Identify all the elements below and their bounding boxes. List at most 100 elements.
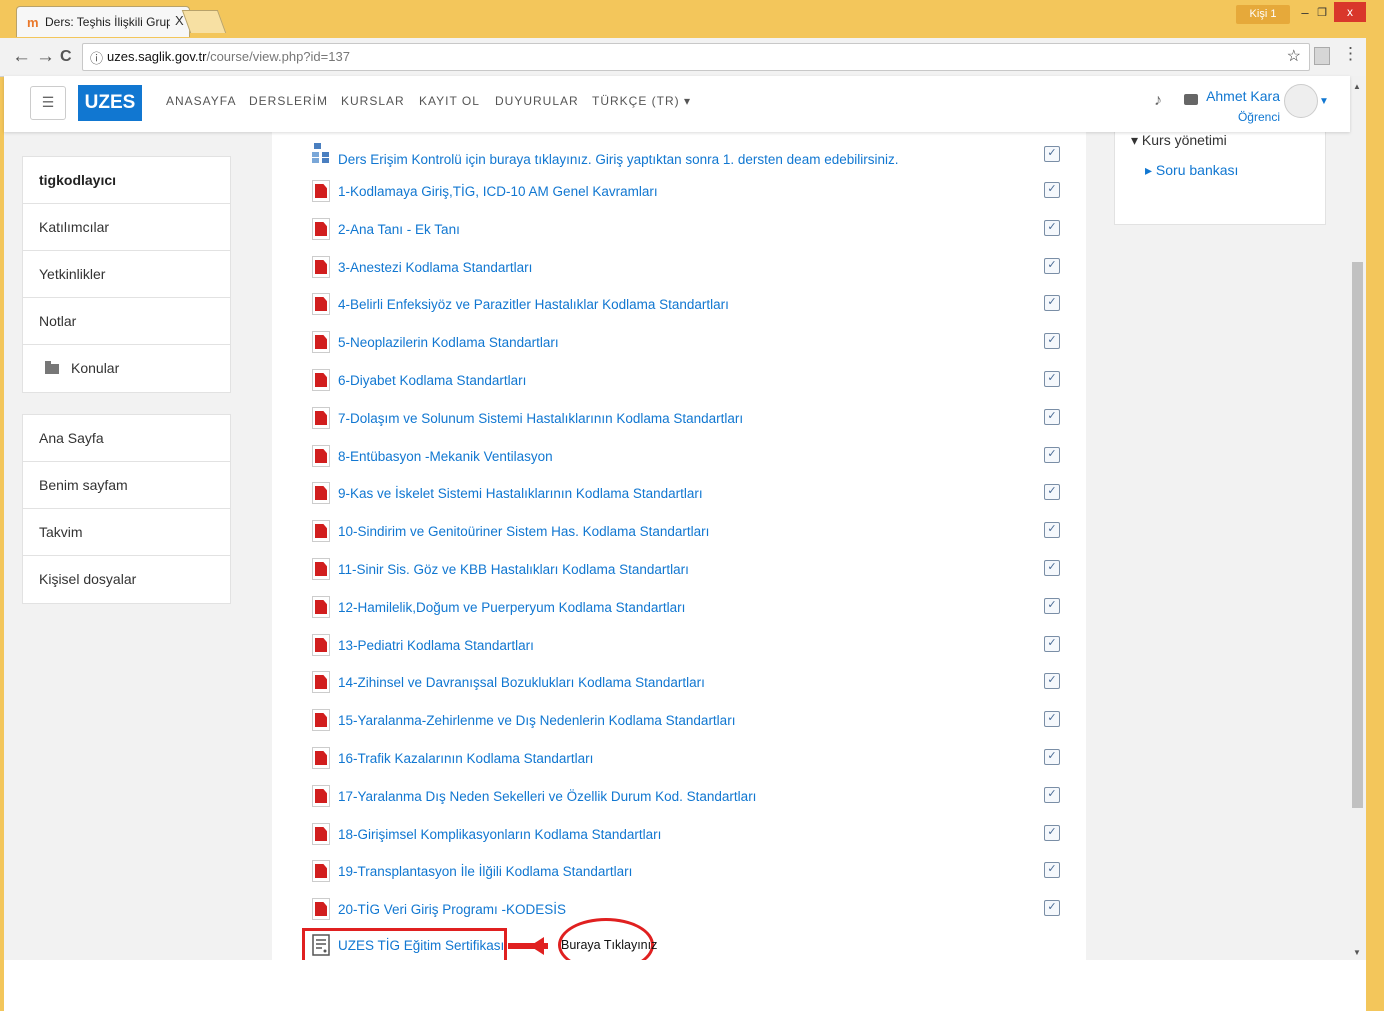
activity-link[interactable]: 19-Transplantasyon İle İlğili Kodlama St… [338,864,632,879]
course-nav-block: tigkodlayıcı Katılımcılar Yetkinlikler N… [22,156,231,393]
pdf-file-icon [312,520,330,542]
completion-checkbox-icon[interactable]: ✓ [1044,258,1060,274]
activity-link[interactable]: 12-Hamilelik,Doğum ve Puerperyum Kodlama… [338,600,685,615]
activity-link[interactable]: 15-Yaralanma-Zehirlenme ve Dış Nedenleri… [338,713,735,728]
profile-button[interactable]: Kişi 1 [1236,5,1290,24]
user-name[interactable]: Ahmet Kara [1180,88,1280,104]
completion-checkbox-icon[interactable]: ✓ [1044,447,1060,463]
activity-link[interactable]: 8-Entübasyon -Mekanik Ventilasyon [338,449,553,464]
scrollbar-thumb[interactable] [1352,262,1363,808]
completion-checkbox-icon[interactable]: ✓ [1044,371,1060,387]
browser-menu-icon[interactable]: ⋮ [1342,44,1359,64]
restriction-icon [312,143,329,163]
completion-checkbox-icon[interactable]: ✓ [1044,825,1060,841]
activity-link[interactable]: 3-Anestezi Kodlama Standartları [338,260,532,275]
activity-link[interactable]: Ders Erişim Kontrolü için buraya tıklayı… [338,152,898,167]
reload-icon[interactable]: C [60,48,72,66]
nav-private-files[interactable]: Kişisel dosyalar [23,556,230,603]
nav-grades[interactable]: Notlar [23,298,230,345]
activity-link[interactable]: 10-Sindirim ve Genitoüriner Sistem Has. … [338,524,709,539]
nav-calendar[interactable]: Takvim [23,509,230,556]
nav-link-kurslar[interactable]: KURSLAR [341,94,405,108]
nav-link-duyurular[interactable]: DUYURULAR [495,94,579,108]
completion-checkbox-icon[interactable]: ✓ [1044,146,1060,162]
activity-link[interactable]: 1-Kodlamaya Giriş,TİG, ICD-10 AM Genel K… [338,184,658,199]
activity-link[interactable]: 11-Sinir Sis. Göz ve KBB Hastalıkları Ko… [338,562,689,577]
completion-checkbox-icon[interactable]: ✓ [1044,749,1060,765]
activity-link[interactable]: 7-Dolaşım ve Solunum Sistemi Hastalıklar… [338,411,743,426]
activity-link[interactable]: 13-Pediatri Kodlama Standartları [338,638,534,653]
site-nav-block: Ana Sayfa Benim sayfam Takvim Kişisel do… [22,414,231,604]
activity-link[interactable]: 2-Ana Tanı - Ek Tanı [338,222,460,237]
completion-checkbox-icon[interactable]: ✓ [1044,862,1060,878]
hamburger-menu-button[interactable]: ☰ [30,86,66,120]
scroll-down-icon[interactable]: ▼ [1353,948,1361,957]
user-role: Öğrenci [1237,110,1280,124]
activity-link[interactable]: 16-Trafik Kazalarının Kodlama Standartla… [338,751,593,766]
nav-home[interactable]: Ana Sayfa [23,415,230,462]
completion-checkbox-icon[interactable]: ✓ [1044,711,1060,727]
nav-competencies[interactable]: Yetkinlikler [23,251,230,298]
activity-link[interactable]: 4-Belirli Enfeksiyöz ve Parazitler Hasta… [338,297,729,312]
window-close-icon[interactable]: x [1334,2,1366,22]
activity-link[interactable]: 5-Neoplazilerin Kodlama Standartları [338,335,559,350]
completion-checkbox-icon[interactable]: ✓ [1044,560,1060,576]
pdf-file-icon [312,558,330,580]
completion-checkbox-icon[interactable]: ✓ [1044,484,1060,500]
moodle-favicon-icon: m [27,15,39,30]
activity-link[interactable]: 6-Diyabet Kodlama Standartları [338,373,526,388]
url-path: /course/view.php?id=137 [206,49,350,64]
nav-link-anasayfa[interactable]: ANASAYFA [166,94,236,108]
vertical-scrollbar[interactable]: ▲ ▼ [1350,76,1366,960]
tab-close-icon[interactable]: X [175,13,184,28]
new-tab-button[interactable] [181,10,227,33]
minimize-icon[interactable]: – [1298,3,1312,23]
pdf-file-icon [312,180,330,202]
completion-checkbox-icon[interactable]: ✓ [1044,182,1060,198]
nav-topics[interactable]: Konular [23,345,230,392]
course-admin-toggle[interactable]: ▾ Kurs yönetimi [1131,132,1227,149]
completion-checkbox-icon[interactable]: ✓ [1044,673,1060,689]
browser-tab[interactable]: m Ders: Teşhis İlişkili Grupla X [16,6,190,37]
address-bar[interactable]: ⓘ uzes.saglik.gov.tr/course/view.php?id=… [82,43,1310,71]
nav-link-derslerim[interactable]: DERSLERİM [249,94,328,108]
user-menu-caret-icon[interactable]: ▼ [1319,96,1329,107]
activity-link[interactable]: 9-Kas ve İskelet Sistemi Hastalıklarının… [338,486,703,501]
completion-checkbox-icon[interactable]: ✓ [1044,333,1060,349]
activity-link[interactable]: 20-TİG Veri Giriş Programı -KODESİS [338,902,566,917]
bookmark-star-icon[interactable]: ☆ [1287,46,1301,66]
completion-checkbox-icon[interactable]: ✓ [1044,636,1060,652]
url-host: uzes.saglik.gov.tr [107,49,207,64]
nav-course-name[interactable]: tigkodlayıcı [23,157,230,204]
pdf-file-icon [312,256,330,278]
completion-checkbox-icon[interactable]: ✓ [1044,409,1060,425]
forward-arrow-icon[interactable]: → [36,46,55,68]
completion-checkbox-icon[interactable]: ✓ [1044,522,1060,538]
user-avatar[interactable] [1284,84,1318,118]
completion-checkbox-icon[interactable]: ✓ [1044,598,1060,614]
nav-participants[interactable]: Katılımcılar [23,204,230,251]
extension-icon[interactable] [1314,47,1330,65]
brand-logo[interactable]: UZES [78,85,142,121]
completion-checkbox-icon[interactable]: ✓ [1044,295,1060,311]
completion-checkbox-icon[interactable]: ✓ [1044,900,1060,916]
activity-link[interactable]: 17-Yaralanma Dış Neden Sekelleri ve Özel… [338,789,756,804]
question-bank-link[interactable]: ▸ Soru bankası [1145,162,1238,179]
nav-link-kayit-ol[interactable]: KAYIT OL [419,94,480,108]
nav-my-page[interactable]: Benim sayfam [23,462,230,509]
annotation-arrow-head-icon [530,937,544,955]
activity-link[interactable]: 14-Zihinsel ve Davranışsal Bozuklukları … [338,675,705,690]
tab-title: Ders: Teşhis İlişkili Grupla [45,15,170,29]
scroll-up-icon[interactable]: ▲ [1353,82,1361,91]
pdf-file-icon [312,709,330,731]
notification-bell-icon[interactable]: ♪ [1154,92,1162,110]
activity-link[interactable]: 18-Girişimsel Komplikasyonların Kodlama … [338,827,661,842]
restore-icon[interactable]: ❐ [1314,3,1330,23]
back-arrow-icon[interactable]: ← [12,46,31,68]
completion-checkbox-icon[interactable]: ✓ [1044,220,1060,236]
info-icon[interactable]: ⓘ [90,48,103,67]
site-navbar: ☰ UZES ANASAYFA DERSLERİM KURSLAR KAYIT … [4,76,1350,132]
completion-checkbox-icon[interactable]: ✓ [1044,787,1060,803]
language-menu[interactable]: TÜRKÇE (TR) ▾ [592,94,691,108]
url-text[interactable]: uzes.saglik.gov.tr/course/view.php?id=13… [107,49,350,64]
